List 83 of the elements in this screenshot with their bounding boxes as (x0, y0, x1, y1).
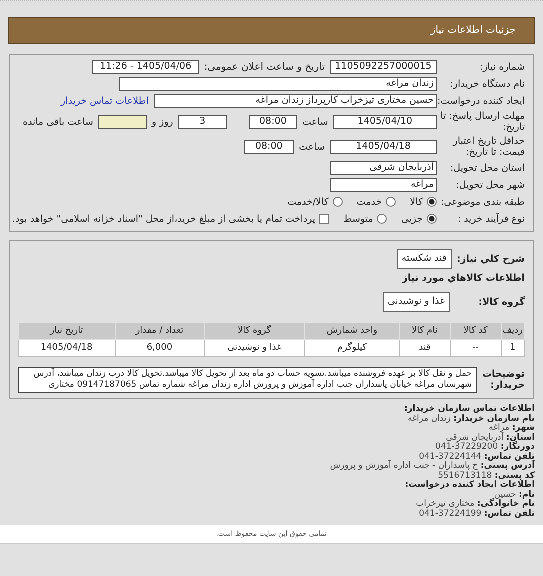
city-field: مراغه (330, 178, 437, 192)
info-value: آذربایجان شرقی (446, 432, 504, 442)
field-label: ساعت (299, 142, 325, 152)
info-label: استان: (506, 432, 535, 442)
info-value: مختاری تیزخراب (416, 499, 475, 509)
info-value: خ پاسداران - جنب اداره آموزش و پرورش (330, 461, 478, 471)
info-value: مراغه (489, 423, 510, 433)
info-label: نام سازمان خریدار: (454, 414, 535, 424)
validity-time-field: 08:00 (244, 140, 294, 154)
field-label: تاریخ و ساعت اعلان عمومی: (204, 62, 325, 72)
radio-button[interactable] (427, 214, 437, 224)
field-label: ساعت (302, 116, 328, 128)
field-label: ساعت باقی مانده (22, 116, 94, 128)
option-label: متوسط (343, 214, 374, 224)
info-value: 37229200-041 (436, 442, 498, 452)
need-number-field: 1105092257000015 (330, 60, 437, 74)
summary-field: قند شکسته (396, 249, 452, 269)
field-label: استان محل تحویل: (449, 162, 525, 174)
goods-group-field: غذا و نوشیدنی (382, 292, 450, 312)
info-value: حسین (494, 490, 516, 500)
notes-field: حمل و نقل کالا بر عهده فروشنده میباشد.تسویه حساب دو ماه بعد از تحویل کالا میباشد.تحویل کالا درب زندان میباشد، آدرس شهرستان مراغه خیابان پاسداران جنب اداره آموزش و پرورش اداره زندان مراغه شماره تماس 09147187065 مختاری (18, 367, 477, 393)
section-heading: اطلاعات تماس سازمان خریدار: (404, 405, 535, 414)
radio-button[interactable] (386, 197, 396, 207)
buyer-contact-link[interactable]: اطلاعات تماس خریدار (60, 96, 149, 106)
info-value: 37224144-041 (419, 452, 482, 462)
table-cell: قند (400, 340, 450, 356)
column-header: کد کالا (450, 322, 502, 340)
field-label: شماره نیاز: (478, 62, 525, 72)
table-cell: غذا و نوشیدنی (204, 340, 305, 356)
radio-button[interactable] (377, 214, 388, 224)
field-label: نام دستگاه خریدار: (449, 78, 525, 90)
info-label: نام: (518, 490, 535, 500)
option-label: کالا/خدمت (288, 196, 329, 208)
buyer-field: زندان مراغه (119, 77, 437, 91)
radio-button[interactable] (332, 197, 343, 207)
validity-date-field: 1405/04/18 (330, 140, 437, 154)
info-label: آدرس پستی: (480, 461, 535, 471)
info-label: تلفن تماس: (484, 508, 535, 518)
field-label: مهلت ارسال پاسخ: تا تاریخ: (440, 111, 525, 133)
info-value: 5516713118 (438, 470, 492, 480)
table-cell: 1405/04/18 (18, 340, 116, 356)
column-header: نام کالا (400, 322, 450, 340)
province-field: آذربایجان شرقی (330, 161, 437, 175)
info-label: دورنگار: (500, 442, 535, 452)
field-label: طبقه بندی موضوعی: (440, 196, 525, 208)
remaining-hours-field (98, 115, 148, 129)
field-label: نوع فرآیند خرید : (456, 214, 525, 224)
table-cell: -- (450, 340, 502, 356)
field-label: ایجاد کننده درخواست: (437, 96, 525, 106)
option-label: جزیی (401, 214, 423, 224)
checkbox[interactable] (319, 214, 330, 224)
info-value: 37224199-041 (419, 508, 482, 518)
table-cell: 1 (501, 340, 524, 356)
field-label: روز و (152, 116, 174, 128)
section-heading: اطلاعات کالاهاي مورد نياز (401, 273, 525, 284)
option-label: خدمت (356, 196, 382, 208)
field-label: شرح کلي نياز: (456, 254, 525, 264)
requester-field: حسین مختاری تیزخراب کارپرداز زندان مراغه (154, 94, 437, 108)
page-title: جزئیات اطلاعات نیاز (430, 25, 516, 36)
radio-button[interactable] (427, 197, 437, 207)
column-header: واحد شمارش (304, 322, 400, 340)
option-label: کالا (410, 196, 423, 208)
section-heading: اطلاعات ایجاد کننده درخواست: (404, 481, 535, 490)
info-label: نام خانوادگی: (477, 499, 535, 509)
column-header: گروه کالا (204, 322, 305, 340)
column-header: تعداد / مقدار (115, 322, 204, 340)
days-field: 3 (178, 115, 227, 129)
field-label: شهر محل تحویل: (455, 180, 525, 190)
field-label: گروه کالا: (478, 296, 525, 308)
deadline-date-field: 1405/04/10 (333, 115, 437, 129)
info-label: شهر: (512, 423, 535, 433)
column-header: تاریخ نیاز (18, 322, 116, 340)
column-header: ردیف (501, 322, 524, 340)
table-cell: کیلوگرم (304, 340, 400, 356)
info-label: تلفن تماس: (484, 452, 535, 462)
info-value: زندان مراغه (408, 414, 451, 424)
info-label: کد پستی: (494, 470, 535, 480)
announce-date-field: 1405/04/06 - 11:26 (92, 60, 200, 74)
table-cell: 6,000 (115, 340, 204, 356)
deadline-time-field: 08:00 (248, 115, 298, 129)
field-label: توضیحات خریدار: (481, 369, 525, 391)
option-label: پرداخت تمام یا بخشی از مبلغ خرید،از محل "اسناد خزانه اسلامی" خواهد بود. (12, 214, 316, 224)
field-label: حداقل تاریخ اعتبار قیمت: تا تاریخ: (452, 136, 525, 158)
